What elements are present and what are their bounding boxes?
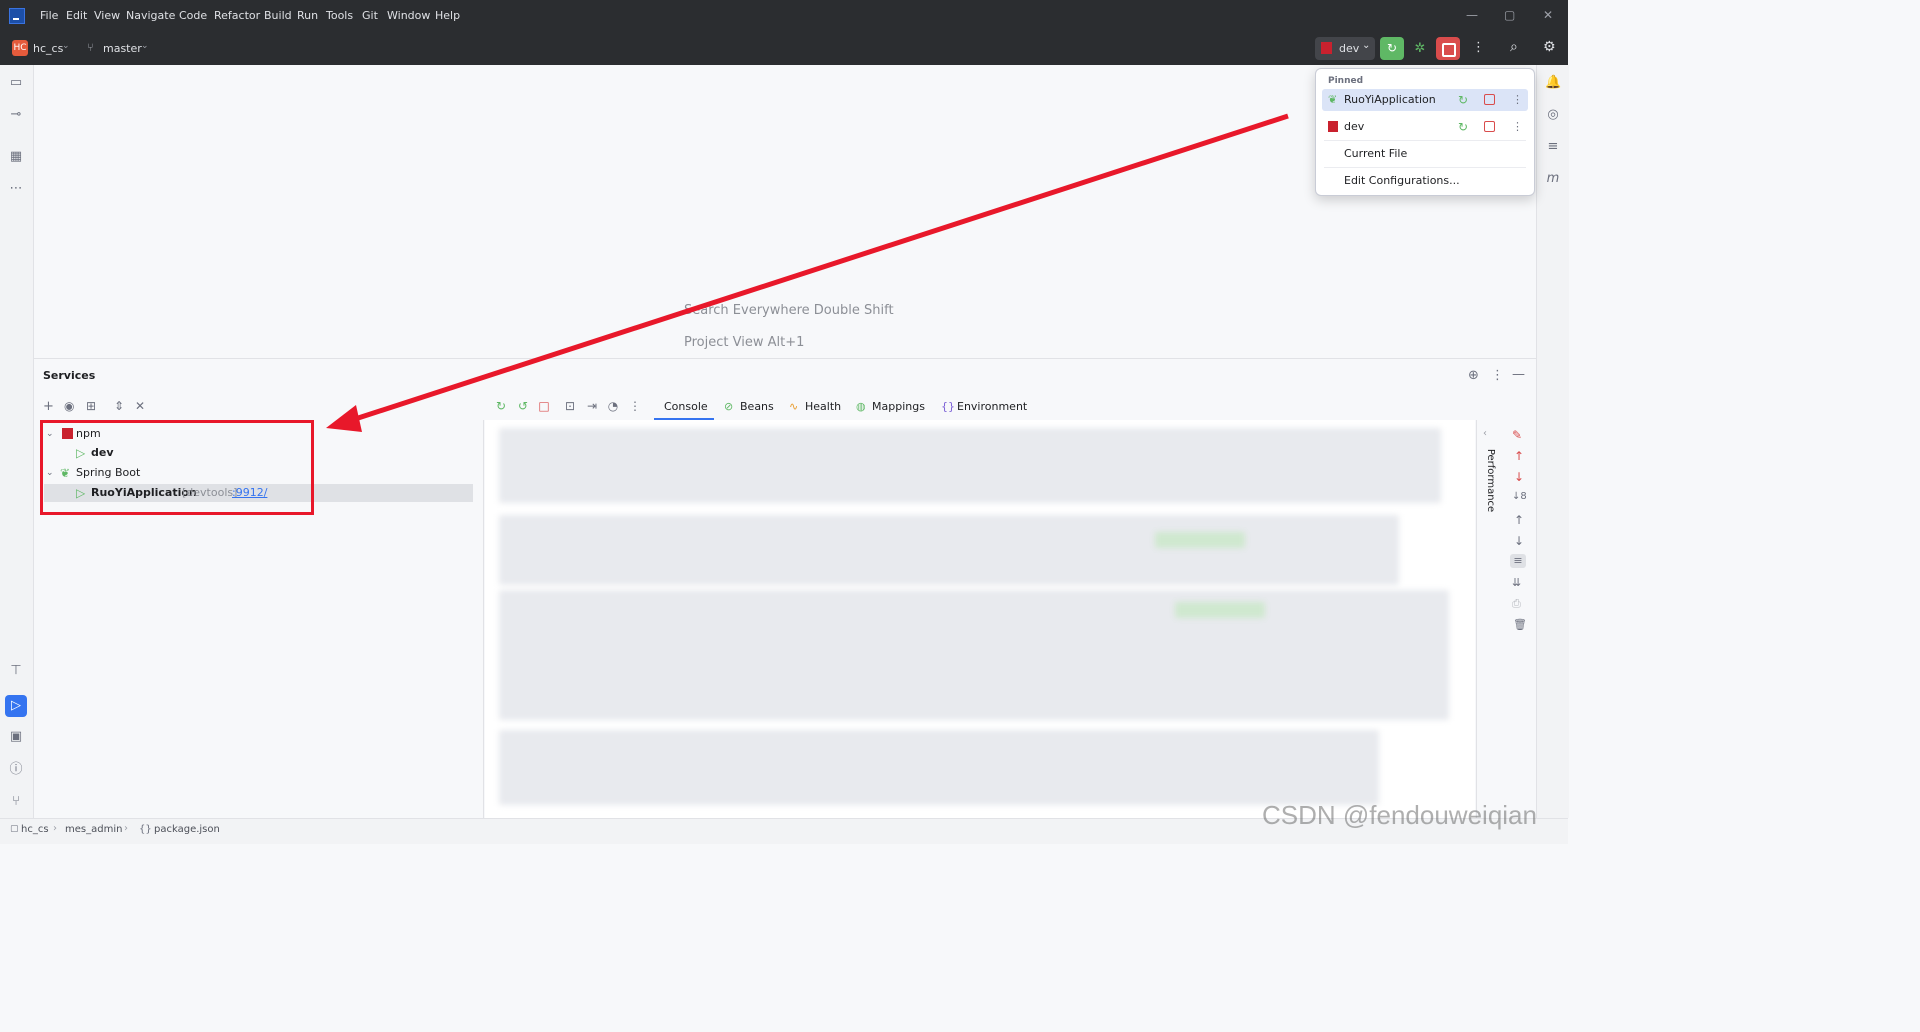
popup-divider — [1324, 140, 1526, 141]
breadcrumb-project[interactable]: hc_cs — [21, 824, 49, 835]
more-options-icon[interactable]: ⋮ — [1512, 116, 1523, 138]
popup-item-dev[interactable]: dev ↻ ⋮ — [1322, 116, 1528, 138]
stop-icon[interactable] — [1484, 121, 1495, 132]
breadcrumb-file[interactable]: package.json — [154, 824, 220, 835]
more-options-icon[interactable]: ⋮ — [1512, 89, 1523, 111]
run-configurations-popup: Pinned ❦ RuoYiApplication ↻ ⋮ dev ↻ ⋮ Cu… — [1315, 68, 1535, 196]
popup-item-edit-configurations[interactable]: Edit Configurations... — [1322, 170, 1528, 192]
npm-icon — [1328, 121, 1338, 132]
spring-boot-icon: ❦ — [1328, 93, 1338, 106]
breadcrumb-separator-icon: › — [53, 823, 57, 834]
rerun-icon[interactable]: ↻ — [1458, 89, 1468, 111]
watermark-text: CSDN @fendouweiqian — [1262, 800, 1537, 830]
breadcrumb-folder[interactable]: mes_admin — [65, 824, 122, 835]
popup-item-current-file[interactable]: Current File — [1322, 143, 1528, 165]
pinned-label: Pinned — [1328, 76, 1364, 86]
breadcrumb-separator-icon: › — [124, 823, 128, 834]
popup-item-label: Current File — [1344, 147, 1408, 160]
json-file-icon: {} — [139, 824, 152, 835]
popup-item-label: dev — [1344, 120, 1365, 133]
popup-item-ruoyi[interactable]: ❦ RuoYiApplication ↻ ⋮ — [1322, 89, 1528, 111]
popup-item-label: RuoYiApplication — [1344, 93, 1436, 106]
stop-icon[interactable] — [1484, 94, 1495, 105]
popup-divider — [1324, 167, 1526, 168]
popup-item-label: Edit Configurations... — [1344, 174, 1460, 187]
module-icon: ▢ — [10, 824, 19, 834]
rerun-icon[interactable]: ↻ — [1458, 116, 1468, 138]
